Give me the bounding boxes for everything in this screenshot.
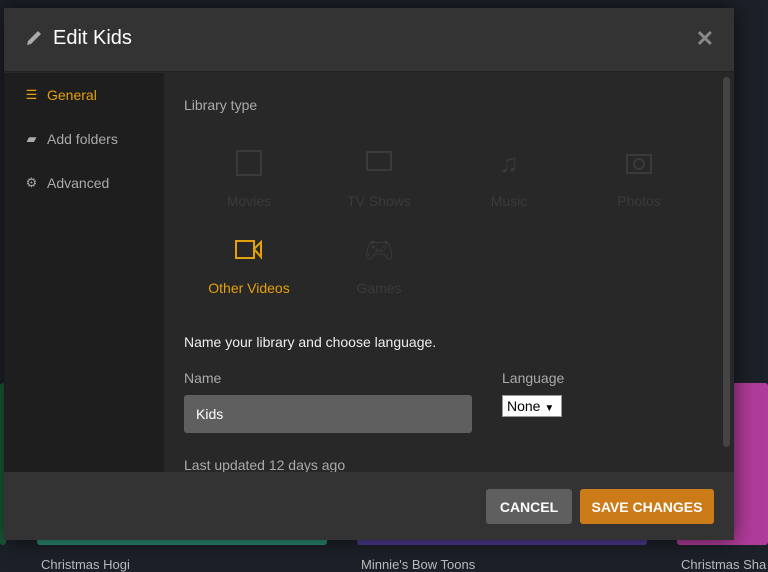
sidebar-item-label: Add folders bbox=[47, 131, 118, 147]
type-label: Music bbox=[490, 193, 528, 209]
type-label: Movies bbox=[226, 193, 272, 209]
name-label: Name bbox=[184, 370, 222, 386]
card-title[interactable]: Christmas Hogi bbox=[41, 557, 130, 572]
language-select[interactable]: None ▼ bbox=[502, 395, 562, 417]
camera-icon bbox=[574, 143, 704, 183]
cancel-button[interactable]: CANCEL bbox=[486, 489, 572, 524]
gear-icon: ⚙ bbox=[25, 175, 38, 190]
pencil-icon bbox=[27, 31, 41, 45]
card-title[interactable]: Christmas Sha bbox=[681, 557, 766, 572]
sidebar-item-add-folders[interactable]: ▰ Add folders bbox=[24, 131, 118, 147]
close-icon[interactable]: ✕ bbox=[696, 26, 714, 52]
edit-library-dialog: Edit Kids ✕ ☰ General ▰ Add folders ⚙ Advan… bbox=[4, 8, 734, 540]
caret-down-icon: ▼ bbox=[544, 403, 555, 414]
dialog-footer: CANCEL SAVE CHANGES bbox=[4, 472, 734, 540]
language-label: Language bbox=[502, 370, 565, 386]
gamepad-icon: 🎮︎ bbox=[363, 236, 395, 264]
type-photos[interactable]: Photos bbox=[574, 143, 704, 209]
type-other-videos[interactable]: Other Videos bbox=[184, 230, 314, 296]
dialog-header: Edit Kids ✕ bbox=[4, 8, 734, 72]
type-games[interactable]: 🎮︎ Games bbox=[314, 230, 444, 297]
save-changes-button[interactable]: SAVE CHANGES bbox=[580, 489, 714, 524]
sidebar-item-label: Advanced bbox=[47, 175, 110, 191]
scrollbar[interactable] bbox=[723, 77, 730, 447]
library-type-label: Library type bbox=[184, 97, 258, 113]
type-music[interactable]: ♫ Music bbox=[444, 143, 574, 210]
name-input[interactable] bbox=[184, 395, 472, 433]
general-panel: Library type Movies TV Shows ♫ Music Phot… bbox=[164, 73, 719, 472]
card-title[interactable]: Minnie's Bow Toons bbox=[361, 557, 475, 572]
type-tv-shows[interactable]: TV Shows bbox=[314, 143, 444, 209]
sidebar: ☰ General ▰ Add folders ⚙ Advanced bbox=[4, 73, 164, 472]
folder-icon: ▰ bbox=[26, 131, 37, 146]
last-updated: Last updated 12 days ago bbox=[184, 457, 346, 472]
name-heading: Name your library and choose language. bbox=[184, 334, 437, 350]
type-movies[interactable]: Movies bbox=[184, 143, 314, 209]
type-label: Other Videos bbox=[208, 280, 290, 296]
sidebar-item-label: General bbox=[47, 87, 97, 103]
tv-icon bbox=[314, 143, 444, 183]
type-label: TV Shows bbox=[347, 193, 411, 209]
type-label: Games bbox=[356, 280, 402, 296]
video-camera-icon bbox=[184, 230, 314, 270]
list-icon: ☰ bbox=[25, 87, 38, 102]
sidebar-item-advanced[interactable]: ⚙ Advanced bbox=[24, 175, 110, 191]
dialog-title: Edit Kids bbox=[53, 27, 132, 49]
sidebar-item-general[interactable]: ☰ General bbox=[24, 87, 97, 103]
film-icon bbox=[184, 143, 314, 183]
music-icon: ♫ bbox=[499, 147, 519, 178]
type-label: Photos bbox=[617, 193, 661, 209]
language-value: None bbox=[507, 398, 541, 414]
